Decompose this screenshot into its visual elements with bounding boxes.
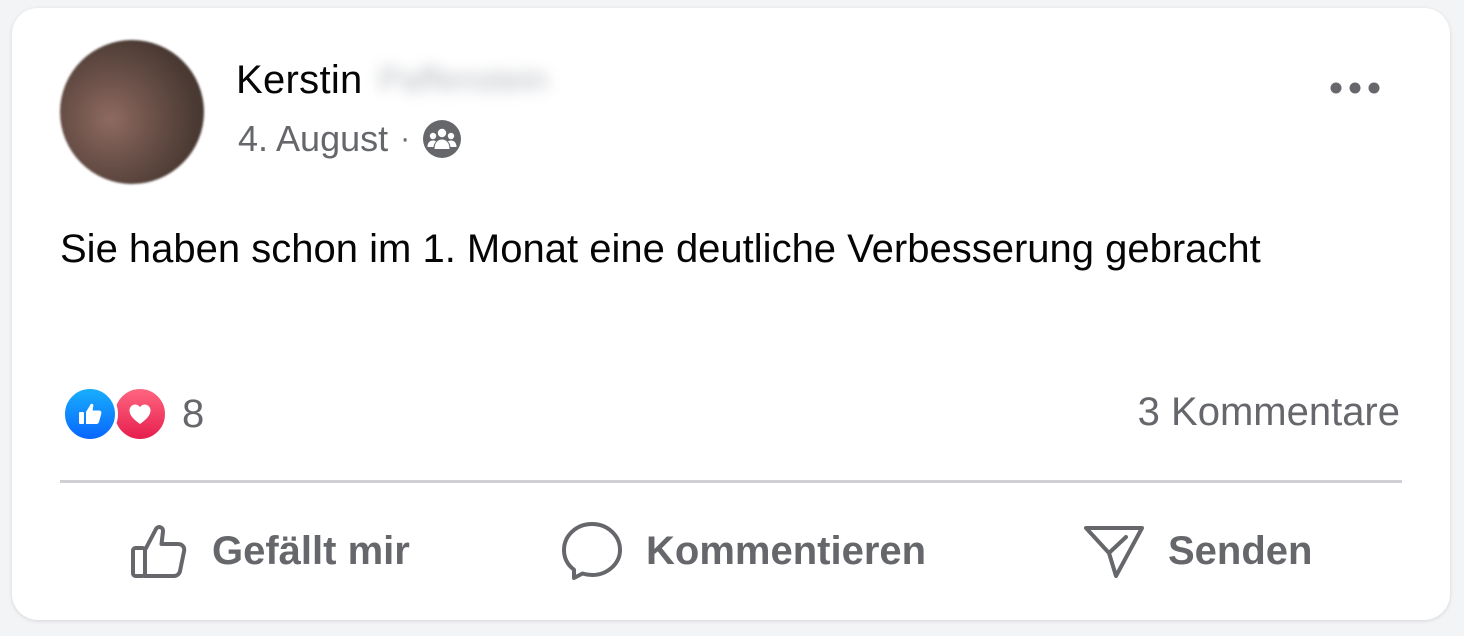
post-card: Kerstin Paffenstein 4. August · Sie habe… [12, 8, 1450, 620]
avatar[interactable] [60, 40, 204, 184]
post-text: Sie haben schon im 1. Monat eine deutlic… [60, 227, 1261, 271]
reaction-count: 8 [182, 391, 205, 436]
group-icon[interactable] [422, 119, 462, 159]
more-dots-icon [1330, 82, 1380, 94]
comment-button[interactable]: Kommentieren [560, 520, 926, 582]
send-label: Senden [1168, 528, 1313, 573]
comments-count-link[interactable]: 3 Kommentare [1138, 390, 1400, 435]
like-icon [62, 386, 118, 442]
meta-separator: · [400, 122, 411, 155]
comment-bubble-icon [562, 522, 622, 580]
more-options-button[interactable] [1328, 76, 1382, 100]
author-last-name-blurred: Paffenstein [378, 61, 549, 99]
send-icon [1084, 526, 1144, 578]
author-first-name[interactable]: Kerstin [236, 58, 363, 103]
like-label: Gefällt mir [212, 528, 410, 573]
love-icon [112, 386, 168, 442]
thumbs-up-icon [131, 525, 187, 578]
reactions-summary[interactable]: 8 [62, 386, 204, 442]
author-name[interactable]: Kerstin Paffenstein [236, 58, 548, 103]
post-meta: 4. August · [238, 118, 462, 160]
post-date[interactable]: 4. August [238, 118, 388, 160]
like-button[interactable]: Gefällt mir [128, 520, 410, 582]
send-button[interactable]: Senden [1082, 520, 1312, 582]
comment-label: Kommentieren [646, 528, 927, 573]
divider [60, 480, 1402, 483]
